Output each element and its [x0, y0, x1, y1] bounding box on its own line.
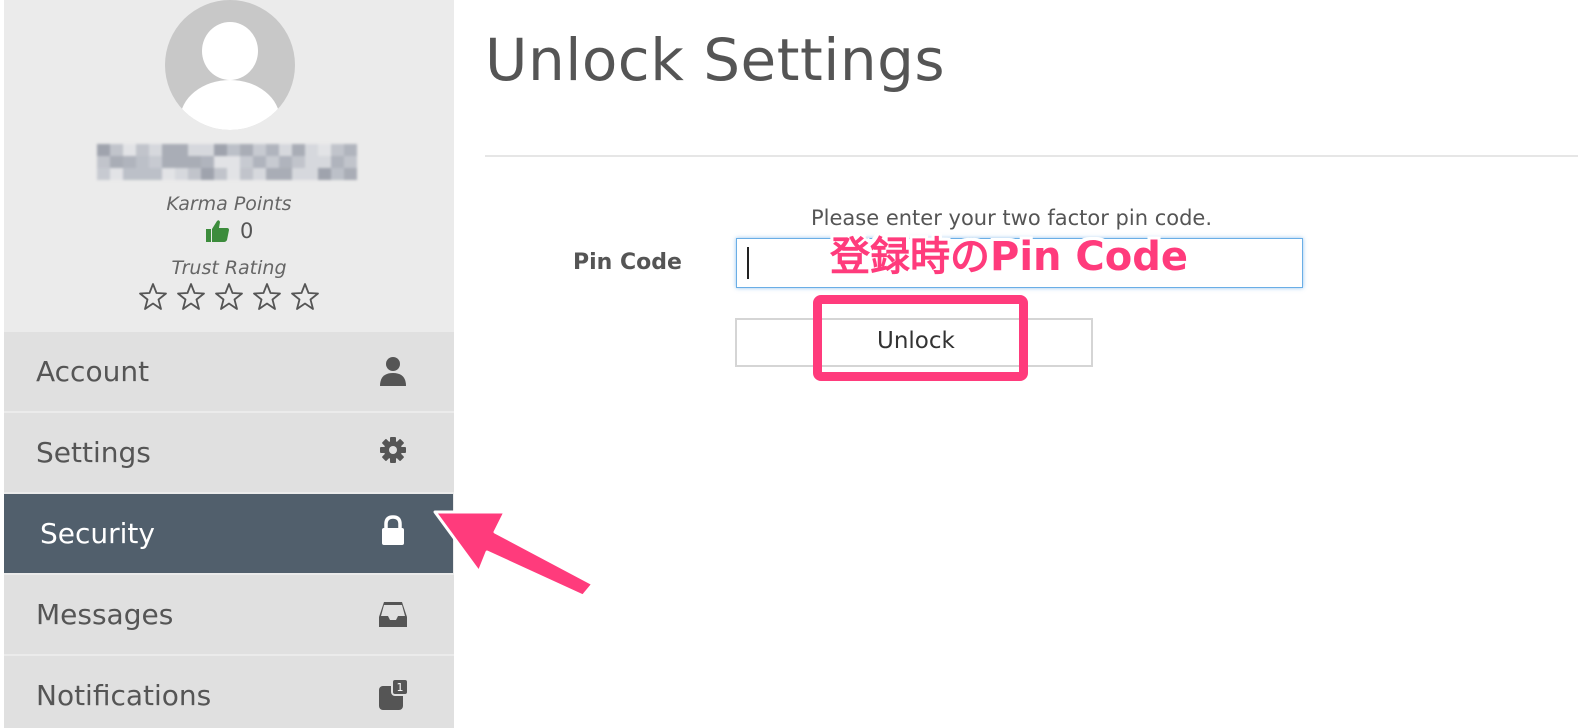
annotation-arrow-icon: [433, 510, 595, 598]
user-icon: [380, 357, 406, 386]
annotation-highlight-box: [813, 295, 1028, 381]
avatar-head: [202, 22, 258, 80]
sidebar-item-label: Account: [36, 355, 150, 388]
avatar[interactable]: [165, 0, 295, 130]
star-icon: [291, 283, 319, 310]
karma-points-label: Karma Points: [166, 193, 292, 215]
page-title: Unlock Settings: [485, 26, 946, 94]
star-icon: [215, 283, 243, 310]
gear-icon: [380, 437, 406, 463]
star-icon: [253, 283, 281, 310]
karma-points-value: 0: [240, 219, 254, 243]
sidebar-item-notifications[interactable]: Notifications 1: [4, 656, 454, 728]
sidebar: Karma Points 0 Trust Rating Account Sett…: [4, 0, 454, 728]
sidebar-menu: Account Settings Security Messages Notif…: [4, 332, 454, 728]
inbox-icon: [379, 602, 407, 627]
sidebar-item-account[interactable]: Account: [4, 332, 454, 413]
sidebar-item-label: Settings: [36, 436, 151, 469]
sidebar-item-security[interactable]: Security: [4, 494, 453, 575]
username-redacted: [97, 144, 362, 180]
avatar-shoulders: [180, 80, 280, 130]
notification-badge-icon: 1: [379, 678, 409, 710]
trust-rating-stars: [138, 282, 320, 312]
sidebar-item-label: Messages: [36, 598, 174, 631]
sidebar-item-settings[interactable]: Settings: [4, 413, 454, 494]
karma-points: 0: [204, 218, 253, 244]
profile-panel: Karma Points 0 Trust Rating: [4, 0, 454, 330]
pin-code-label: Pin Code: [573, 250, 682, 275]
star-icon: [177, 283, 205, 310]
star-icon: [139, 283, 167, 310]
sidebar-item-messages[interactable]: Messages: [4, 575, 454, 656]
annotation-label: 登録時のPin Code: [830, 234, 1189, 280]
title-divider: [485, 155, 1578, 157]
trust-rating-label: Trust Rating: [171, 257, 287, 279]
lock-icon: [382, 515, 404, 545]
sidebar-item-label: Notifications: [36, 679, 212, 712]
text-cursor: [747, 247, 749, 279]
sidebar-item-label: Security: [40, 517, 155, 550]
thumbs-up-icon: [206, 220, 229, 242]
notification-count: 1: [397, 681, 404, 694]
